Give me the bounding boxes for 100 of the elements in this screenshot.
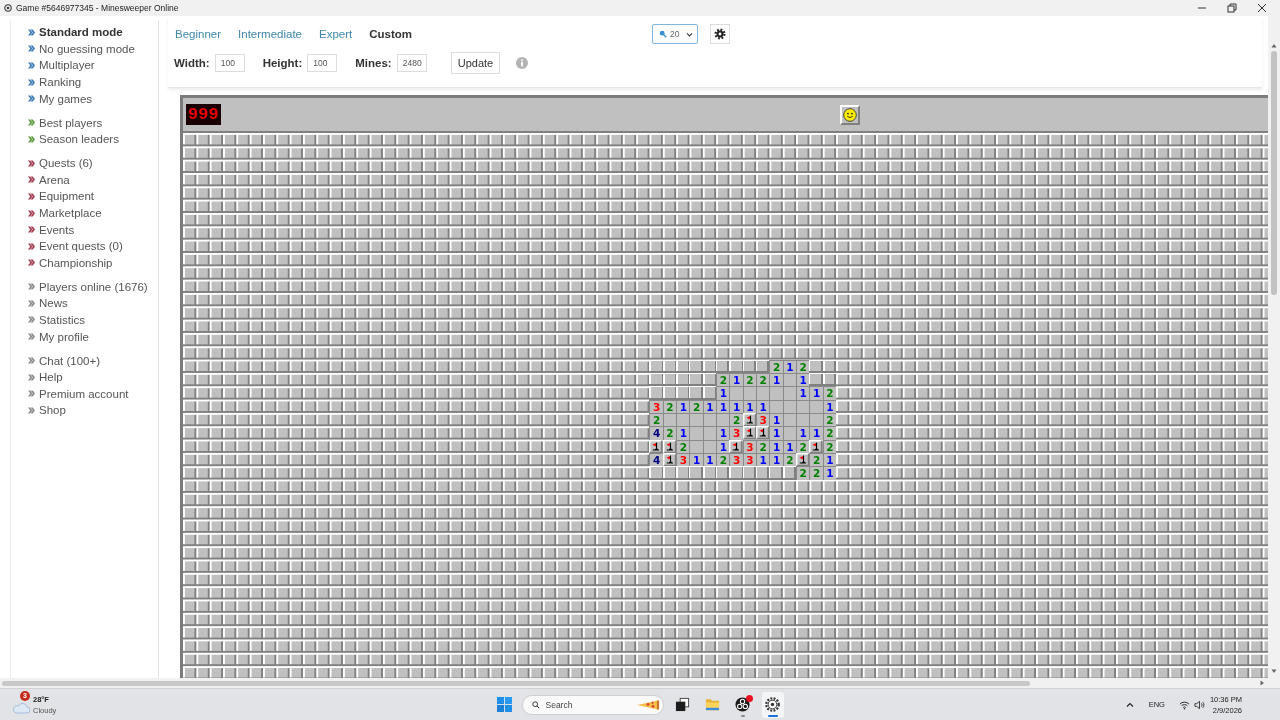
- closed-tile[interactable]: [809, 359, 823, 373]
- closed-tile[interactable]: [756, 466, 770, 480]
- number-tile: 4: [649, 426, 663, 440]
- difficulty-tab[interactable]: Intermediate: [238, 28, 302, 40]
- closed-tile[interactable]: [716, 359, 730, 373]
- sidebar-link[interactable]: Arena: [28, 171, 70, 189]
- closed-tile[interactable]: [689, 359, 703, 373]
- number-tile: 2: [756, 439, 770, 453]
- number-tile: 3: [729, 426, 743, 440]
- folder-icon: [705, 697, 720, 712]
- info-icon[interactable]: [516, 57, 529, 69]
- closed-tile[interactable]: [729, 466, 743, 480]
- flag-icon[interactable]: [756, 426, 770, 440]
- difficulty-tab[interactable]: Expert: [319, 28, 353, 40]
- closed-tile[interactable]: [769, 466, 783, 480]
- number-tile: 1: [796, 386, 810, 400]
- sidebar-link[interactable]: News: [28, 295, 68, 312]
- mine-counter: 999: [186, 104, 221, 125]
- sidebar-link[interactable]: Events: [28, 221, 75, 238]
- number-tile: 1: [809, 426, 823, 440]
- window-title: Game #5646977345 - Minesweeper Online: [16, 3, 179, 13]
- closed-tile[interactable]: [689, 386, 703, 400]
- triangle-right-icon[interactable]: [1259, 680, 1265, 686]
- closed-tile[interactable]: [756, 359, 770, 373]
- stacked-squares-icon: [675, 697, 690, 712]
- sidebar-link[interactable]: Equipment: [28, 188, 94, 205]
- taskbar-button[interactable]: [761, 691, 784, 718]
- closed-tile[interactable]: [649, 359, 663, 373]
- restore-icon[interactable]: [1227, 3, 1237, 13]
- closed-tile[interactable]: [729, 359, 743, 373]
- number-input[interactable]: 2480: [396, 54, 427, 72]
- open-tile: [729, 386, 743, 400]
- wifi-icon[interactable]: [1178, 699, 1190, 710]
- sidebar-link[interactable]: Chat (100+): [28, 352, 101, 369]
- number-tile: 1: [809, 386, 823, 400]
- sidebar-link[interactable]: Season leaders: [28, 130, 119, 148]
- sidebar-link[interactable]: Shop: [28, 402, 66, 419]
- settings-icon: [714, 28, 727, 40]
- closed-tile[interactable]: [716, 466, 730, 480]
- smiley-button[interactable]: [839, 104, 860, 125]
- four-squares-icon[interactable]: [496, 697, 512, 712]
- closed-tile[interactable]: [689, 466, 703, 480]
- open-tile: [769, 386, 783, 400]
- sidebar-link[interactable]: Players online (1676): [28, 278, 148, 296]
- close-icon[interactable]: [1257, 3, 1267, 13]
- triangle-down-icon[interactable]: [1271, 668, 1277, 674]
- settings-button[interactable]: [710, 24, 731, 44]
- sidebar-link[interactable]: Best players: [28, 114, 103, 131]
- number-tile: 1: [769, 426, 783, 440]
- sidebar-link[interactable]: Quests (6): [28, 154, 93, 172]
- search-icon: [531, 700, 540, 709]
- scrollbar-thumb[interactable]: [2, 680, 1030, 686]
- number-input[interactable]: 100: [214, 54, 245, 72]
- chevron-down-icon: [686, 30, 694, 38]
- disc-icon: [735, 697, 750, 712]
- sidebar-link[interactable]: My games: [28, 90, 93, 107]
- sidebar-link[interactable]: Ranking: [28, 73, 82, 91]
- sidebar-link[interactable]: Help: [28, 368, 63, 386]
- number-tile: 3: [742, 439, 757, 453]
- minefield[interactable]: 2 1 2 2 1 2 2 1 1 1 1 1 2 3 2 1 2 1 1 1 1 1 1 2 2 3 1 2 4 2 1 1 3 1 1 1 2 2 1 3 2 1 1 2 2 4 3 1 1 2 3 3 1 1 2 2 1 2 2 1: [183, 133, 1268, 678]
- sidebar-link[interactable]: Statistics: [28, 311, 85, 329]
- open-tile: [689, 426, 703, 440]
- number-tile: 2: [809, 466, 823, 480]
- sidebar-link[interactable]: My profile: [28, 328, 89, 345]
- number-tile: 2: [769, 359, 783, 373]
- sidebar-link[interactable]: Championship: [28, 254, 113, 272]
- closed-tile[interactable]: [676, 386, 690, 400]
- gear-icon: [765, 697, 780, 712]
- field-label: Mines:: [355, 57, 392, 69]
- sidebar-link[interactable]: Marketplace: [28, 204, 102, 222]
- number-input[interactable]: 100: [307, 54, 338, 72]
- number-tile: 2: [796, 359, 810, 373]
- sidebar-link[interactable]: Standard mode: [28, 24, 123, 41]
- triangle-up-icon[interactable]: [1271, 43, 1277, 49]
- magnifier-icon: [659, 30, 668, 38]
- sidebar-link[interactable]: Premium account: [28, 385, 129, 403]
- field-label: Height:: [262, 57, 303, 69]
- ring-icon: [4, 4, 12, 12]
- sidebar-link[interactable]: Multiplayer: [28, 57, 95, 74]
- smiley-icon: [842, 107, 857, 122]
- number-tile: 1: [716, 386, 730, 400]
- zoom-select[interactable]: 20: [652, 24, 699, 44]
- update-button[interactable]: Update: [450, 52, 501, 74]
- closed-tile[interactable]: [649, 466, 663, 480]
- search-field[interactable]: Search: [521, 694, 664, 715]
- closed-tile[interactable]: [676, 466, 690, 480]
- difficulty-tab[interactable]: Beginner: [175, 28, 222, 40]
- number-tile: 2: [796, 466, 810, 480]
- speaker-icon[interactable]: [1193, 699, 1205, 710]
- scrollbar-thumb[interactable]: [1271, 51, 1277, 295]
- field-label: Width:: [174, 57, 210, 69]
- difficulty-tab[interactable]: Custom: [369, 28, 413, 40]
- open-tile: [756, 386, 770, 400]
- closed-tile[interactable]: [649, 386, 663, 400]
- sidebar-link[interactable]: Event quests (0): [28, 237, 123, 255]
- sidebar-link[interactable]: No guessing mode: [28, 40, 135, 58]
- number-tile: 1: [796, 426, 810, 440]
- number-tile: 1: [676, 426, 690, 440]
- closed-tile[interactable]: [676, 359, 690, 373]
- number-tile: 1: [716, 426, 730, 440]
